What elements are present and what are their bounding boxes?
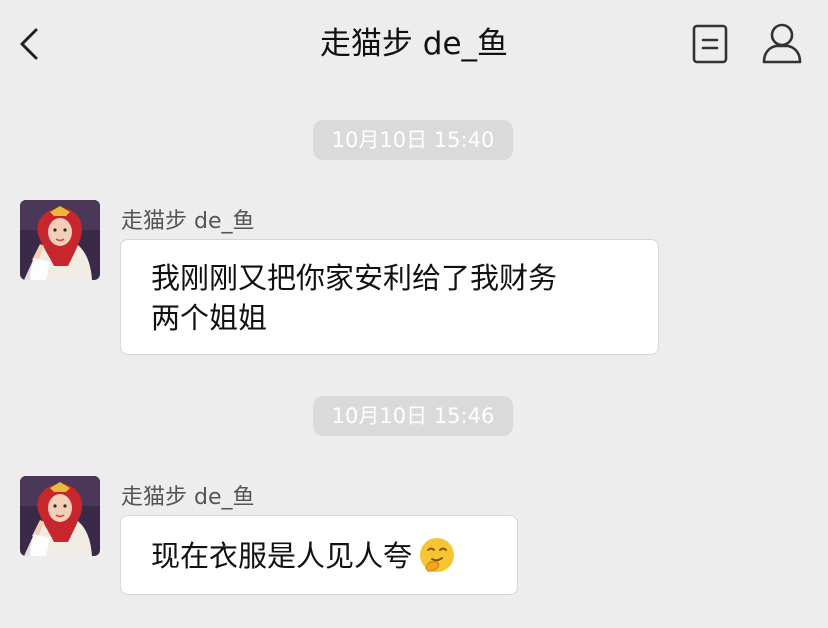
avatar-image — [20, 200, 100, 280]
document-icon — [692, 24, 728, 64]
message-text: 现在衣服是人见人夸 — [151, 539, 413, 573]
navigation-bar: 走猫步 de_鱼 — [0, 0, 828, 88]
timestamp-badge: 10月10日 15:40 — [313, 120, 513, 160]
message-text-line: 我刚刚又把你家安利给了我财务 — [151, 261, 558, 295]
sender-avatar[interactable] — [20, 476, 100, 556]
timestamp-badge: 10月10日 15:46 — [313, 396, 513, 436]
chat-screen: 走猫步 de_鱼 10月10日 15:40 走猫步 de_鱼 我刚刚又把你家安利… — [0, 0, 828, 628]
message-text-line: 两个姐姐 — [151, 301, 268, 335]
chat-info-button[interactable] — [758, 20, 806, 68]
chat-files-button[interactable] — [688, 22, 732, 66]
person-icon — [762, 23, 802, 64]
avatar-image — [20, 476, 100, 556]
message-bubble[interactable]: 现在衣服是人见人夸 — [120, 515, 518, 595]
sender-name: 走猫步 de_鱼 — [121, 209, 255, 234]
sender-avatar[interactable] — [20, 200, 100, 280]
sender-name: 走猫步 de_鱼 — [121, 485, 255, 510]
smirk-hand-emoji — [420, 538, 455, 572]
message-bubble[interactable]: 我刚刚又把你家安利给了我财务 两个姐姐 — [120, 239, 659, 355]
